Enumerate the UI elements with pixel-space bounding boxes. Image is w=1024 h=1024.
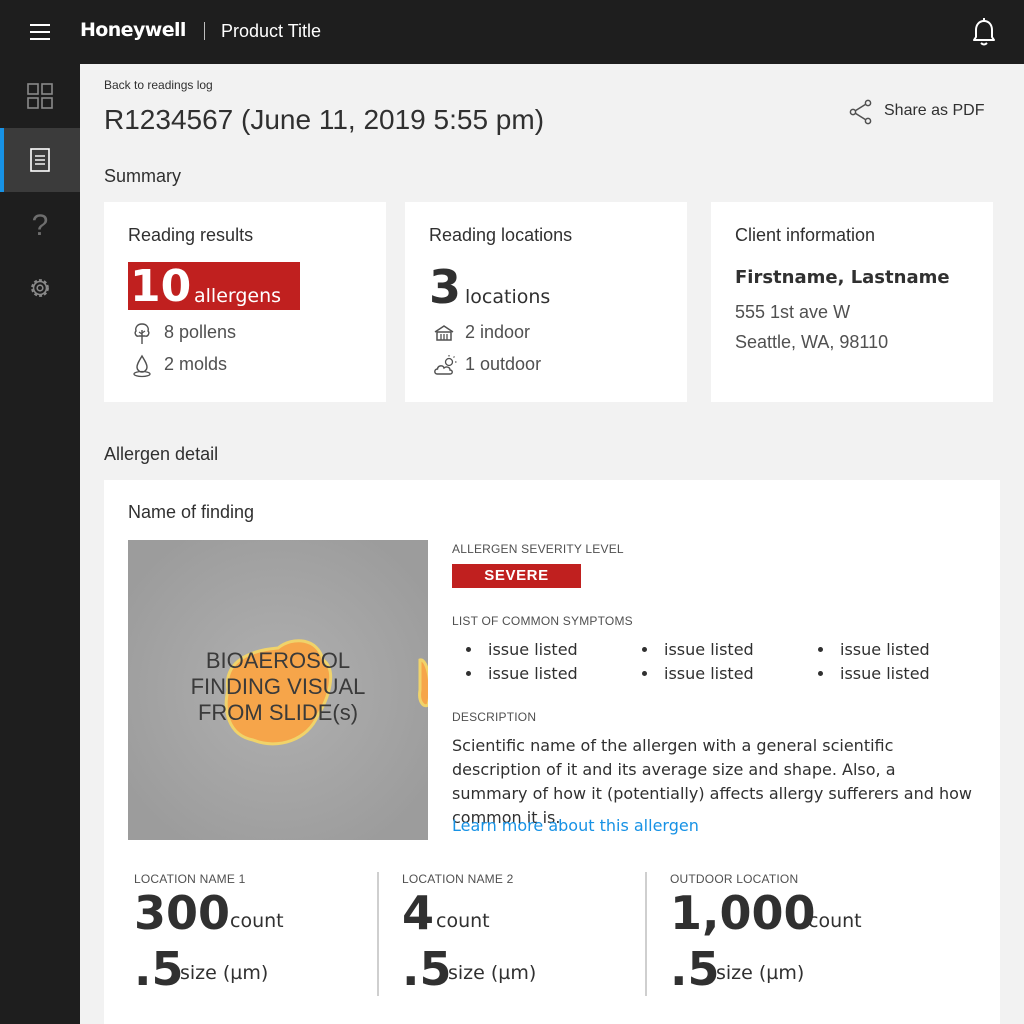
location-label: LOCATION NAME 1 [134, 872, 246, 886]
nav-item-readings[interactable] [0, 128, 80, 192]
location-size-unit: size (µm) [716, 962, 805, 984]
symptom-item: issue listed [642, 664, 754, 683]
outdoor-count: 1 outdoor [465, 354, 542, 374]
symptoms-label: LIST OF COMMON SYMPTOMS [452, 614, 633, 628]
back-to-readings-link[interactable]: Back to readings log [104, 78, 213, 92]
location-size: .5 [402, 942, 452, 996]
client-information-title: Client information [735, 225, 876, 245]
indoor-count: 2 indoor [465, 322, 531, 342]
client-address-line2: Seattle, WA, 98110 [735, 332, 889, 352]
nav-item-settings[interactable] [0, 256, 80, 320]
page-title: R1234567 (June 11, 2019 5:55 pm) [104, 104, 545, 135]
nav-item-help[interactable]: ? [0, 192, 80, 256]
location-count: 300 [134, 886, 231, 940]
top-bar: Honeywell Product Title [0, 0, 1024, 64]
svg-text:?: ? [32, 211, 49, 241]
tree-icon [134, 323, 150, 344]
symptom-item: issue listed [466, 640, 578, 659]
location-label: LOCATION NAME 2 [402, 872, 514, 886]
grid-icon [27, 83, 53, 109]
description-label: DESCRIPTION [452, 710, 537, 724]
house-icon [434, 325, 454, 341]
reading-results-title: Reading results [128, 225, 254, 245]
location-count-unit: count [436, 910, 490, 932]
menu-icon[interactable] [28, 21, 52, 43]
location-stat-1: LOCATION NAME 1 300 count .5 size (µm) [134, 872, 384, 996]
location-count-unit: count [230, 910, 284, 932]
molds-count: 2 molds [164, 354, 228, 374]
symptom-item: issue listed [466, 664, 578, 683]
allergen-detail-heading: Allergen detail [104, 444, 219, 464]
client-name: Firstname, Lastname [735, 267, 950, 288]
image-placeholder-text: BIOAEROSOL FINDING VISUAL FROM SLIDE(s) [190, 648, 366, 725]
client-information-card: Client information Firstname, Lastname 5… [711, 202, 993, 402]
allergen-count-unit: allergens [194, 285, 282, 307]
location-divider [645, 872, 647, 996]
mold-drop-icon [133, 354, 151, 378]
location-count-unit: count [808, 910, 862, 932]
pollens-count: 8 pollens [164, 322, 237, 342]
product-title: Product Title [221, 21, 322, 41]
location-stat-3: OUTDOOR LOCATION 1,000 count .5 size (µm… [670, 872, 920, 996]
symptom-item: issue listed [818, 640, 930, 659]
bell-icon[interactable] [970, 16, 998, 48]
reading-results-card: Reading results 10 allergens 8 pollens 2… [104, 202, 386, 402]
location-label: OUTDOOR LOCATION [670, 872, 799, 886]
sun-cloud-icon [434, 355, 457, 375]
summary-heading: Summary [104, 166, 182, 186]
reading-locations-card: Reading locations 3 locations 2 indoor 1… [405, 202, 687, 402]
reading-locations-title: Reading locations [429, 225, 573, 245]
location-divider [377, 872, 379, 996]
client-address-line1: 555 1st ave W [735, 302, 851, 322]
location-count: 1,000 [670, 886, 816, 940]
severity-label: ALLERGEN SEVERITY LEVEL [452, 542, 624, 556]
allergen-count: 10 [130, 261, 192, 312]
locations-count: 3 [429, 260, 462, 314]
learn-more-link[interactable]: Learn more about this allergen [452, 816, 699, 835]
locations-count-unit: locations [465, 286, 551, 308]
location-size: .5 [134, 942, 184, 996]
document-icon [30, 148, 50, 172]
severity-badge: SEVERE [452, 564, 581, 588]
help-icon: ? [32, 211, 49, 241]
location-size-unit: size (µm) [448, 962, 537, 984]
location-count: 4 [402, 886, 435, 940]
brand-divider [204, 22, 205, 40]
side-nav: ? [0, 64, 80, 1024]
brand-logo: Honeywell [80, 19, 186, 41]
symptom-item: issue listed [818, 664, 930, 683]
location-size-unit: size (µm) [180, 962, 269, 984]
nav-item-dashboard[interactable] [0, 64, 80, 128]
location-size: .5 [670, 942, 720, 996]
share-pdf-label: Share as PDF [884, 102, 985, 119]
allergen-detail-card: Name of finding BIOAEROSOL FINDING VISUA… [104, 480, 1000, 1024]
allergen-count-badge: 10 allergens [128, 261, 300, 312]
location-stat-2: LOCATION NAME 2 4 count .5 size (µm) [402, 872, 652, 996]
finding-title: Name of finding [128, 502, 255, 522]
gear-icon [31, 279, 49, 297]
symptom-item: issue listed [642, 640, 754, 659]
finding-image: BIOAEROSOL FINDING VISUAL FROM SLIDE(s) [128, 540, 428, 840]
share-icon [849, 99, 872, 125]
